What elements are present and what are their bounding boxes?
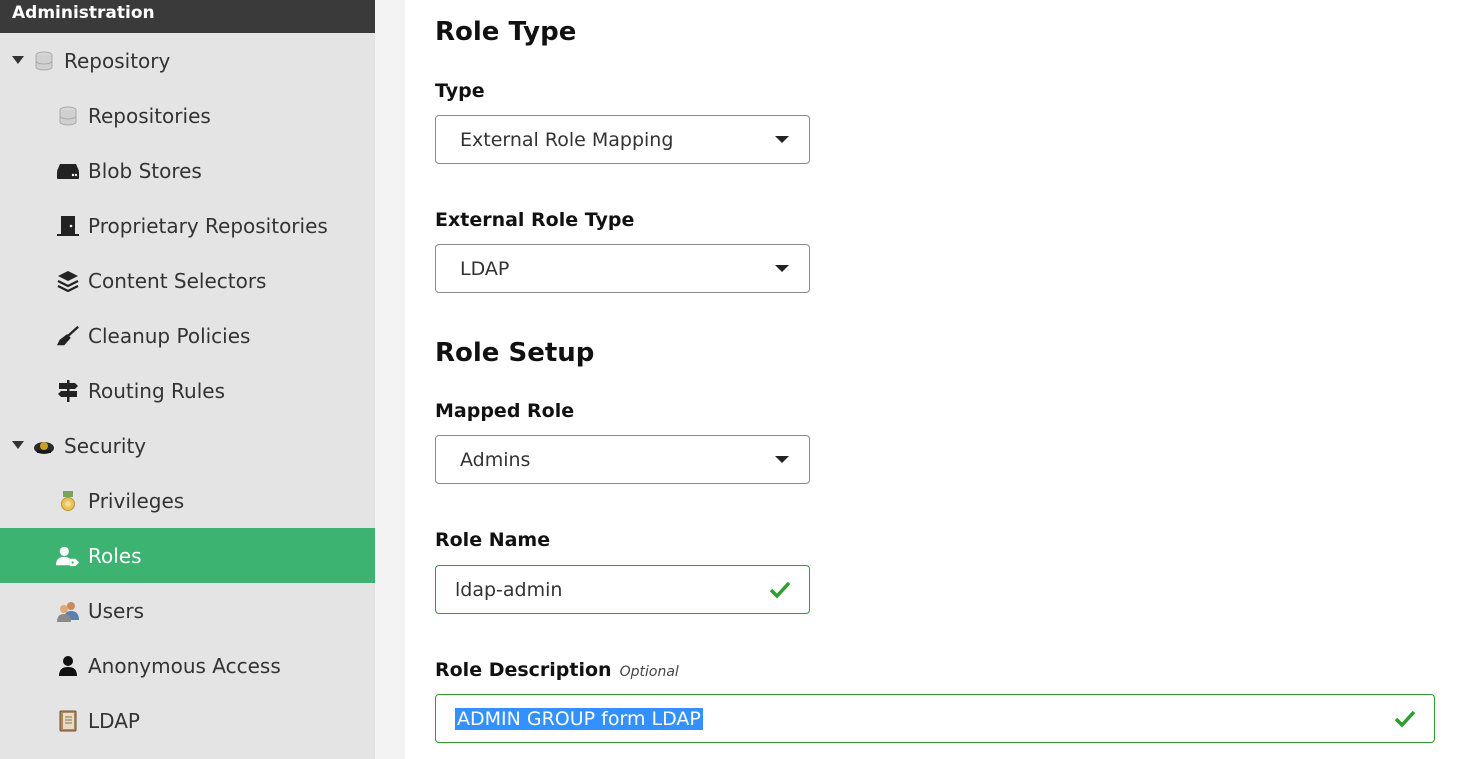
sidebar-item-label: Privileges — [88, 488, 185, 513]
sidebar-gutter — [375, 0, 405, 759]
sidebar-item-privileges[interactable]: Privileges — [0, 473, 375, 528]
role-description-label: Role Description — [435, 659, 612, 681]
sidebar-group-security[interactable]: Security — [0, 418, 375, 473]
mapped-role-value: Admins — [460, 448, 531, 471]
broom-icon — [56, 324, 80, 348]
signpost-icon — [56, 379, 80, 403]
external-role-type-value: LDAP — [460, 257, 510, 280]
checkmark-icon — [769, 581, 791, 599]
sidebar-item-label: Proprietary Repositories — [88, 213, 328, 238]
sidebar-item-anonymous-access[interactable]: Anonymous Access — [0, 638, 375, 693]
external-role-type-select[interactable]: LDAP — [435, 244, 810, 293]
sidebar-item-blob-stores[interactable]: Blob Stores — [0, 143, 375, 198]
mapped-role-label: Mapped Role — [435, 400, 575, 422]
sidebar-item-label: Anonymous Access — [88, 653, 281, 678]
dropdown-arrow-icon — [775, 456, 789, 463]
sidebar-item-label: Routing Rules — [88, 378, 225, 403]
sidebar-item-ldap[interactable]: LDAP — [0, 693, 375, 748]
sidebar-item-label: Roles — [88, 543, 142, 568]
external-role-type-label: External Role Type — [435, 209, 635, 231]
sidebar-item-label: LDAP — [88, 708, 140, 733]
police-hat-icon — [32, 434, 56, 458]
role-form: Role Type Type External Role Mapping Ext… — [405, 0, 1462, 759]
sidebar: Administration Repository Repositories B… — [0, 0, 375, 759]
mapped-role-select[interactable]: Admins — [435, 435, 810, 484]
sidebar-item-cleanup-policies[interactable]: Cleanup Policies — [0, 308, 375, 363]
role-type-title: Role Type — [435, 17, 577, 47]
sidebar-item-roles[interactable]: Roles — [0, 528, 375, 583]
optional-tag: Optional — [619, 664, 679, 680]
sidebar-header: Administration — [0, 0, 375, 33]
layers-icon — [56, 269, 80, 293]
database-icon — [56, 104, 80, 128]
checkmark-icon — [1394, 710, 1416, 728]
users-icon — [56, 599, 80, 623]
sidebar-item-repositories[interactable]: Repositories — [0, 88, 375, 143]
sidebar-item-label: Repositories — [88, 103, 211, 128]
sidebar-group-repository[interactable]: Repository — [0, 33, 375, 88]
sidebar-item-routing-rules[interactable]: Routing Rules — [0, 363, 375, 418]
dropdown-arrow-icon — [775, 265, 789, 272]
sidebar-item-label: Content Selectors — [88, 268, 267, 293]
role-setup-title: Role Setup — [435, 338, 595, 368]
role-description-input[interactable]: ADMIN GROUP form LDAP — [435, 694, 1435, 743]
hard-drive-icon — [56, 159, 80, 183]
sidebar-group-label: Security — [64, 433, 147, 458]
type-select[interactable]: External Role Mapping — [435, 115, 810, 164]
role-description-value: ADMIN GROUP form LDAP — [455, 707, 703, 730]
medal-icon — [56, 489, 80, 513]
caret-down-icon[interactable] — [10, 53, 26, 69]
door-icon — [56, 214, 80, 238]
type-select-value: External Role Mapping — [460, 128, 674, 151]
user-icon — [56, 654, 80, 678]
sidebar-item-content-selectors[interactable]: Content Selectors — [0, 253, 375, 308]
address-book-icon — [56, 709, 80, 733]
role-description-label-row: Role Description Optional — [435, 659, 679, 681]
sidebar-item-label: Blob Stores — [88, 158, 202, 183]
database-icon — [32, 49, 56, 73]
sidebar-item-label: Cleanup Policies — [88, 323, 251, 348]
sidebar-group-label: Repository — [64, 48, 171, 73]
sidebar-item-users[interactable]: Users — [0, 583, 375, 638]
sidebar-item-label: Users — [88, 598, 145, 623]
dropdown-arrow-icon — [775, 136, 789, 143]
sidebar-item-proprietary-repositories[interactable]: Proprietary Repositories — [0, 198, 375, 253]
user-tag-icon — [56, 544, 80, 568]
caret-down-icon[interactable] — [10, 438, 26, 454]
role-name-label: Role Name — [435, 529, 551, 551]
type-label: Type — [435, 80, 485, 102]
role-name-value: ldap-admin — [455, 578, 563, 601]
role-name-input[interactable]: ldap-admin — [435, 565, 810, 614]
